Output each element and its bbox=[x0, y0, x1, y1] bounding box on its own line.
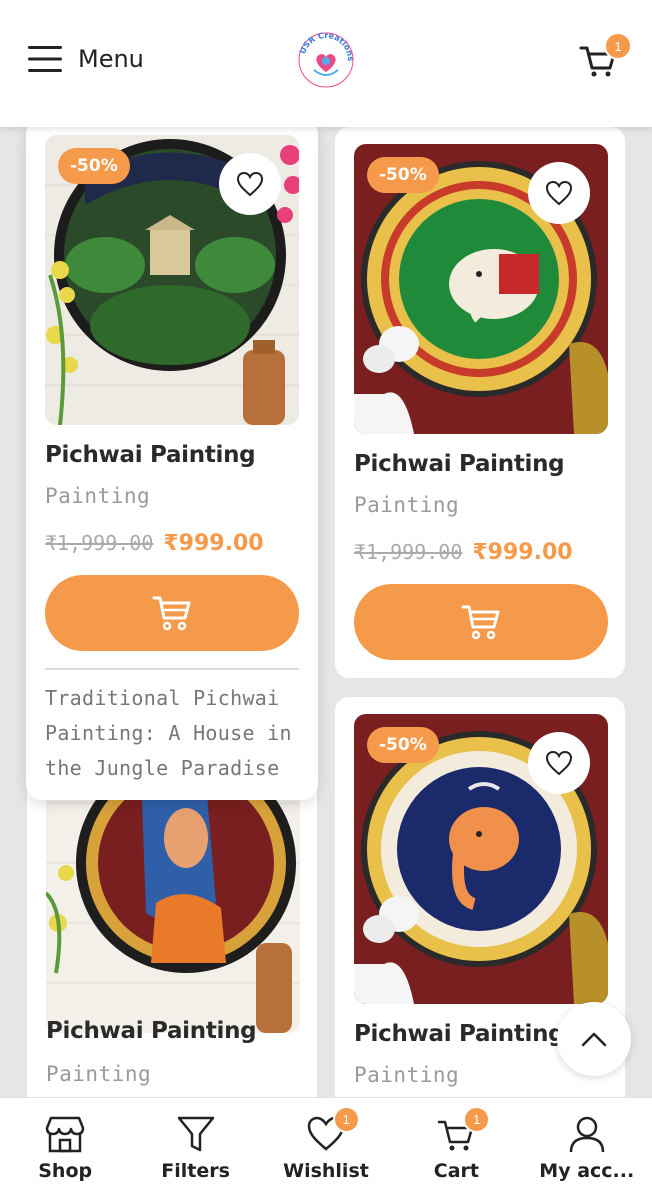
chevron-up-icon bbox=[581, 1032, 607, 1047]
cart-count-badge: 1 bbox=[463, 1106, 491, 1133]
nav-account[interactable]: My acc... bbox=[522, 1098, 652, 1200]
hamburger-icon bbox=[28, 46, 62, 72]
product-card[interactable]: Pichwai Painting Painting bbox=[27, 760, 317, 1120]
product-card[interactable]: -50% Pichwai Painting Painting ₹1,999.00… bbox=[26, 118, 318, 800]
sale-price: ₹999.00 bbox=[163, 531, 264, 556]
product-image[interactable] bbox=[46, 760, 300, 1033]
product-category[interactable]: Painting bbox=[354, 1063, 459, 1087]
nav-account-label: My acc... bbox=[539, 1160, 635, 1182]
discount-badge: -50% bbox=[58, 148, 130, 184]
cart-icon bbox=[152, 596, 191, 631]
product-image[interactable]: -50% bbox=[45, 135, 299, 425]
product-category[interactable]: Painting bbox=[354, 493, 459, 517]
product-category[interactable]: Painting bbox=[45, 484, 150, 508]
header-cart-button[interactable]: 1 bbox=[578, 32, 632, 80]
heart-icon bbox=[545, 180, 573, 206]
filter-icon bbox=[177, 1116, 214, 1152]
nav-filters[interactable]: Filters bbox=[130, 1098, 260, 1200]
nav-filters-label: Filters bbox=[161, 1160, 230, 1182]
discount-badge: -50% bbox=[367, 727, 439, 763]
product-image[interactable]: -50% bbox=[354, 714, 608, 1004]
menu-button[interactable]: Menu bbox=[28, 44, 144, 74]
product-title[interactable]: Pichwai Painting bbox=[354, 451, 565, 477]
wishlist-count-badge: 1 bbox=[332, 1106, 360, 1133]
wishlist-button[interactable] bbox=[528, 732, 590, 794]
product-price: ₹1,999.00 ₹999.00 bbox=[45, 531, 264, 556]
product-title[interactable]: Pichwai Painting bbox=[46, 1018, 257, 1044]
product-price: ₹1,999.00 ₹999.00 bbox=[354, 540, 573, 565]
cart-icon bbox=[461, 605, 500, 640]
discount-badge: -50% bbox=[367, 157, 439, 193]
product-title[interactable]: Pichwai Painting bbox=[45, 442, 256, 468]
add-to-cart-button[interactable] bbox=[354, 584, 608, 660]
nav-cart-label: Cart bbox=[433, 1160, 479, 1182]
wishlist-button[interactable] bbox=[219, 153, 281, 215]
nav-shop-label: Shop bbox=[38, 1160, 93, 1182]
brand-logo[interactable]: USR Creations bbox=[296, 30, 356, 90]
bottom-navigation: Shop Filters 1 Wishlist 1 Cart My acc... bbox=[0, 1097, 652, 1200]
cart-count-badge: 1 bbox=[604, 32, 632, 60]
old-price: ₹1,999.00 bbox=[354, 540, 463, 564]
menu-label: Menu bbox=[78, 45, 144, 73]
nav-cart[interactable]: 1 Cart bbox=[391, 1098, 521, 1200]
product-image[interactable]: -50% bbox=[354, 144, 608, 434]
shop-icon bbox=[45, 1116, 85, 1153]
user-icon bbox=[569, 1116, 604, 1153]
add-to-cart-button[interactable] bbox=[45, 575, 299, 651]
product-category[interactable]: Painting bbox=[46, 1062, 151, 1086]
old-price: ₹1,999.00 bbox=[45, 531, 154, 555]
wishlist-button[interactable] bbox=[528, 162, 590, 224]
product-card[interactable]: -50% Pichwai Painting Painting ₹1,999.00… bbox=[335, 127, 625, 678]
nav-wishlist-label: Wishlist bbox=[283, 1160, 369, 1182]
description-divider bbox=[45, 668, 299, 670]
heart-icon bbox=[236, 171, 264, 197]
scroll-to-top-button[interactable] bbox=[557, 1002, 631, 1076]
product-description: Traditional Pichwai Painting: A House in… bbox=[45, 686, 292, 780]
nav-shop[interactable]: Shop bbox=[0, 1098, 130, 1200]
product-title[interactable]: Pichwai Painting bbox=[354, 1021, 565, 1047]
heart-icon bbox=[545, 750, 573, 776]
site-header: Menu USR Creations 1 bbox=[0, 0, 652, 127]
sale-price: ₹999.00 bbox=[472, 540, 573, 565]
nav-wishlist[interactable]: 1 Wishlist bbox=[261, 1098, 391, 1200]
